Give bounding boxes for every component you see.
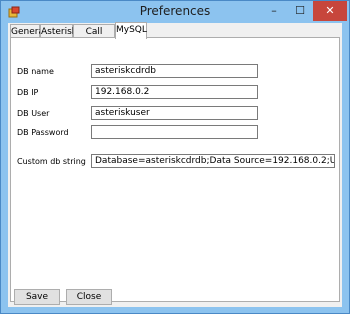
tab-asterisk[interactable]: Asterisk bbox=[40, 24, 77, 38]
mysql-tab-page: DB name asteriskcdrdb DB IP 192.168.0.2 … bbox=[10, 37, 340, 305]
tab-call-center[interactable]: Call Center bbox=[73, 24, 115, 51]
db-user-label: DB User bbox=[17, 109, 50, 118]
custom-db-string-label: Custom db string bbox=[17, 157, 86, 166]
close-window-button[interactable]: ✕ bbox=[313, 1, 347, 21]
db-password-label: DB Password bbox=[17, 128, 69, 137]
tab-general[interactable]: General bbox=[10, 24, 46, 38]
preferences-window: Preferences – ☐ ✕ General Asterisk Call … bbox=[0, 0, 350, 314]
db-user-field[interactable]: asteriskuser bbox=[91, 106, 258, 120]
db-ip-field[interactable]: 192.168.0.2 bbox=[91, 85, 258, 99]
client-area: General Asterisk Call Center MySQL DB na… bbox=[8, 22, 342, 307]
close-button[interactable]: Close bbox=[66, 289, 112, 305]
db-name-field[interactable]: asteriskcdrdb bbox=[91, 64, 258, 78]
title-bar[interactable]: Preferences – ☐ ✕ bbox=[1, 1, 349, 23]
minimize-button[interactable]: – bbox=[261, 1, 287, 21]
db-ip-label: DB IP bbox=[17, 88, 39, 97]
db-password-field[interactable] bbox=[91, 125, 258, 139]
db-name-label: DB name bbox=[17, 67, 54, 76]
custom-db-string-field[interactable]: Database=asteriskcdrdb;Data Source=192.1… bbox=[91, 154, 335, 168]
save-button[interactable]: Save bbox=[14, 289, 60, 305]
maximize-button[interactable]: ☐ bbox=[287, 1, 313, 21]
tab-mysql[interactable]: MySQL bbox=[115, 22, 147, 39]
